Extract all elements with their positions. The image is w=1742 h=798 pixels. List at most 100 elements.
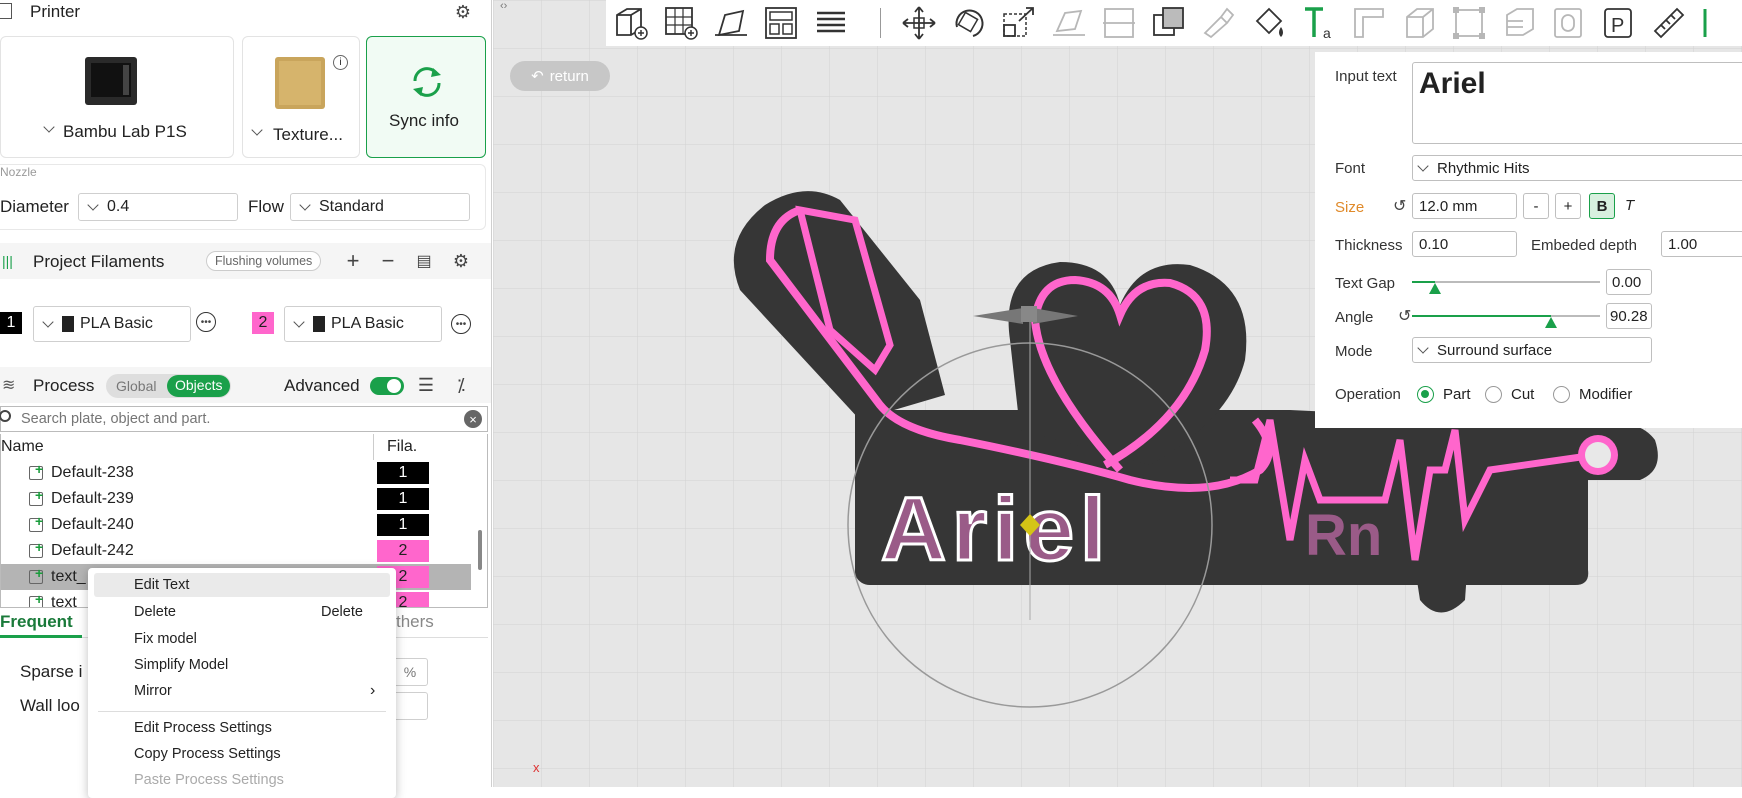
- filament-1-select[interactable]: PLA Basic: [33, 306, 191, 342]
- object-search-input[interactable]: [21, 409, 441, 429]
- boolean-icon[interactable]: [1150, 4, 1188, 42]
- tree-row[interactable]: + Default-238 1: [1, 460, 471, 486]
- plate-info-icon[interactable]: i: [333, 55, 348, 70]
- text-gap-slider-handle[interactable]: [1429, 283, 1441, 294]
- scale-icon[interactable]: [1000, 4, 1038, 42]
- advanced-toggle[interactable]: [370, 377, 404, 395]
- filament-1-color-badge[interactable]: 1: [0, 312, 22, 334]
- process-objects-tab[interactable]: Objects: [167, 375, 231, 397]
- input-text-label: Input text: [1335, 68, 1397, 85]
- filament-1-more-icon[interactable]: •••: [196, 312, 216, 332]
- add-filament-plus-icon[interactable]: +: [341, 248, 365, 273]
- collapse-sidebar-icon[interactable]: ‹›: [500, 0, 507, 12]
- menu-item-edit-process-settings[interactable]: Edit Process Settings: [134, 717, 272, 739]
- angle-label: Angle: [1335, 309, 1374, 326]
- search-clear-icon[interactable]: ×: [464, 410, 482, 428]
- filament-grouping-icon[interactable]: ▤: [412, 249, 436, 273]
- text-gap-slider[interactable]: [1412, 281, 1600, 294]
- plate-chevron-down-icon: [251, 124, 263, 136]
- size-reset-icon[interactable]: ↺: [1393, 196, 1406, 216]
- operation-part-radio[interactable]: [1417, 386, 1434, 403]
- angle-slider[interactable]: [1412, 315, 1600, 328]
- add-plate-icon[interactable]: [662, 4, 700, 42]
- text-gap-input[interactable]: 0.00: [1606, 269, 1652, 295]
- auto-orient-icon[interactable]: [712, 4, 750, 42]
- arrange-icon[interactable]: [762, 4, 800, 42]
- add-plus-icon: +: [35, 513, 44, 529]
- diameter-select[interactable]: 0.4: [78, 193, 238, 221]
- process-compare-icon[interactable]: ⁒: [449, 373, 473, 397]
- embeded-depth-input[interactable]: 1.00: [1661, 231, 1742, 257]
- flushing-volumes-button[interactable]: Flushing volumes: [206, 251, 322, 271]
- gizmo-handle[interactable]: [1021, 306, 1037, 322]
- menu-item-delete[interactable]: Delete: [134, 601, 176, 623]
- angle-reset-icon[interactable]: ↺: [1398, 306, 1411, 326]
- layers-list-icon[interactable]: [812, 4, 850, 42]
- angle-slider-handle[interactable]: [1545, 317, 1557, 328]
- mode-select[interactable]: Surround surface: [1412, 337, 1652, 363]
- text-tool-icon[interactable]: a: [1300, 4, 1338, 42]
- seam-paint-icon[interactable]: [1400, 4, 1438, 42]
- size-label: Size: [1335, 199, 1365, 216]
- assembly-view-icon[interactable]: [1550, 4, 1588, 42]
- object-search-bar[interactable]: ×: [0, 406, 488, 432]
- size-decrease-button[interactable]: -: [1523, 193, 1549, 219]
- printer-machine-card[interactable]: Bambu Lab P1S: [0, 36, 234, 158]
- color-paint-icon[interactable]: [1250, 4, 1288, 42]
- filament-2-select[interactable]: PLA Basic: [284, 306, 442, 342]
- cut-icon[interactable]: [1100, 4, 1138, 42]
- printer-settings-gear-icon[interactable]: ⚙: [451, 0, 475, 24]
- input-text-area[interactable]: Ariel: [1412, 62, 1742, 144]
- move-icon[interactable]: [900, 4, 938, 42]
- tree-row-filament[interactable]: 1: [377, 488, 429, 510]
- menu-item-paste-process-settings[interactable]: Paste Process Settings: [134, 769, 284, 791]
- tree-row[interactable]: + Default-239 1: [1, 486, 471, 512]
- wall-loops-input[interactable]: [392, 692, 428, 720]
- font-select[interactable]: Rhythmic Hits: [1412, 155, 1742, 181]
- tree-scrollbar[interactable]: [478, 530, 482, 570]
- flow-select[interactable]: Standard: [290, 193, 470, 221]
- menu-item-edit-text[interactable]: Edit Text: [134, 574, 189, 596]
- measure-face-icon[interactable]: [1350, 4, 1388, 42]
- angle-input[interactable]: 90.28: [1606, 303, 1652, 329]
- lay-on-face-icon[interactable]: [1050, 4, 1088, 42]
- place-preset-icon[interactable]: P: [1600, 4, 1638, 42]
- tree-row[interactable]: + Default-240 1: [1, 512, 471, 538]
- size-increase-button[interactable]: +: [1555, 193, 1581, 219]
- tab-others[interactable]: thers: [396, 612, 434, 632]
- sparse-infill-input[interactable]: %: [392, 658, 428, 686]
- process-global-tab[interactable]: Global: [116, 378, 156, 394]
- remove-filament-minus-icon[interactable]: −: [376, 248, 400, 273]
- tree-row-filament[interactable]: 1: [377, 462, 429, 484]
- size-input[interactable]: 12.0 mm: [1412, 193, 1517, 219]
- plate-type-card[interactable]: i Texture...: [242, 36, 360, 158]
- filament-settings-gear-icon[interactable]: ⚙: [449, 249, 473, 273]
- tree-row-filament[interactable]: 1: [377, 514, 429, 536]
- process-list-icon[interactable]: ☰: [414, 373, 438, 397]
- operation-modifier-radio[interactable]: [1553, 386, 1570, 403]
- more-tools-icon[interactable]: [1700, 4, 1738, 42]
- add-cube-icon[interactable]: [612, 4, 650, 42]
- sync-info-button[interactable]: Sync info: [366, 36, 486, 158]
- return-button[interactable]: ↶ return: [510, 61, 610, 91]
- tab-frequent[interactable]: Frequent: [0, 612, 73, 632]
- tree-row[interactable]: + Default-242 2: [1, 538, 471, 564]
- italic-toggle[interactable]: T: [1625, 197, 1634, 214]
- variable-layer-icon[interactable]: [1500, 4, 1538, 42]
- menu-item-fix-model[interactable]: Fix model: [134, 628, 197, 650]
- thickness-input[interactable]: 0.10: [1412, 231, 1517, 257]
- measure-ruler-icon[interactable]: [1650, 4, 1688, 42]
- bold-toggle[interactable]: B: [1589, 193, 1615, 219]
- rotate-icon[interactable]: [950, 4, 988, 42]
- process-scope-toggle[interactable]: Global Objects: [106, 374, 231, 398]
- filament-2-more-icon[interactable]: •••: [451, 314, 471, 334]
- operation-cut-radio[interactable]: [1485, 386, 1502, 403]
- menu-item-mirror[interactable]: Mirror: [134, 680, 172, 702]
- tree-row-filament[interactable]: 2: [377, 540, 429, 562]
- fuzzy-skin-icon[interactable]: [1450, 4, 1488, 42]
- menu-item-copy-process-settings[interactable]: Copy Process Settings: [134, 743, 281, 765]
- filament-2-color-badge[interactable]: 2: [252, 312, 274, 334]
- support-paint-icon[interactable]: [1200, 4, 1238, 42]
- model-text-ariel[interactable]: Ariel: [880, 479, 1111, 582]
- menu-item-simplify-model[interactable]: Simplify Model: [134, 654, 228, 676]
